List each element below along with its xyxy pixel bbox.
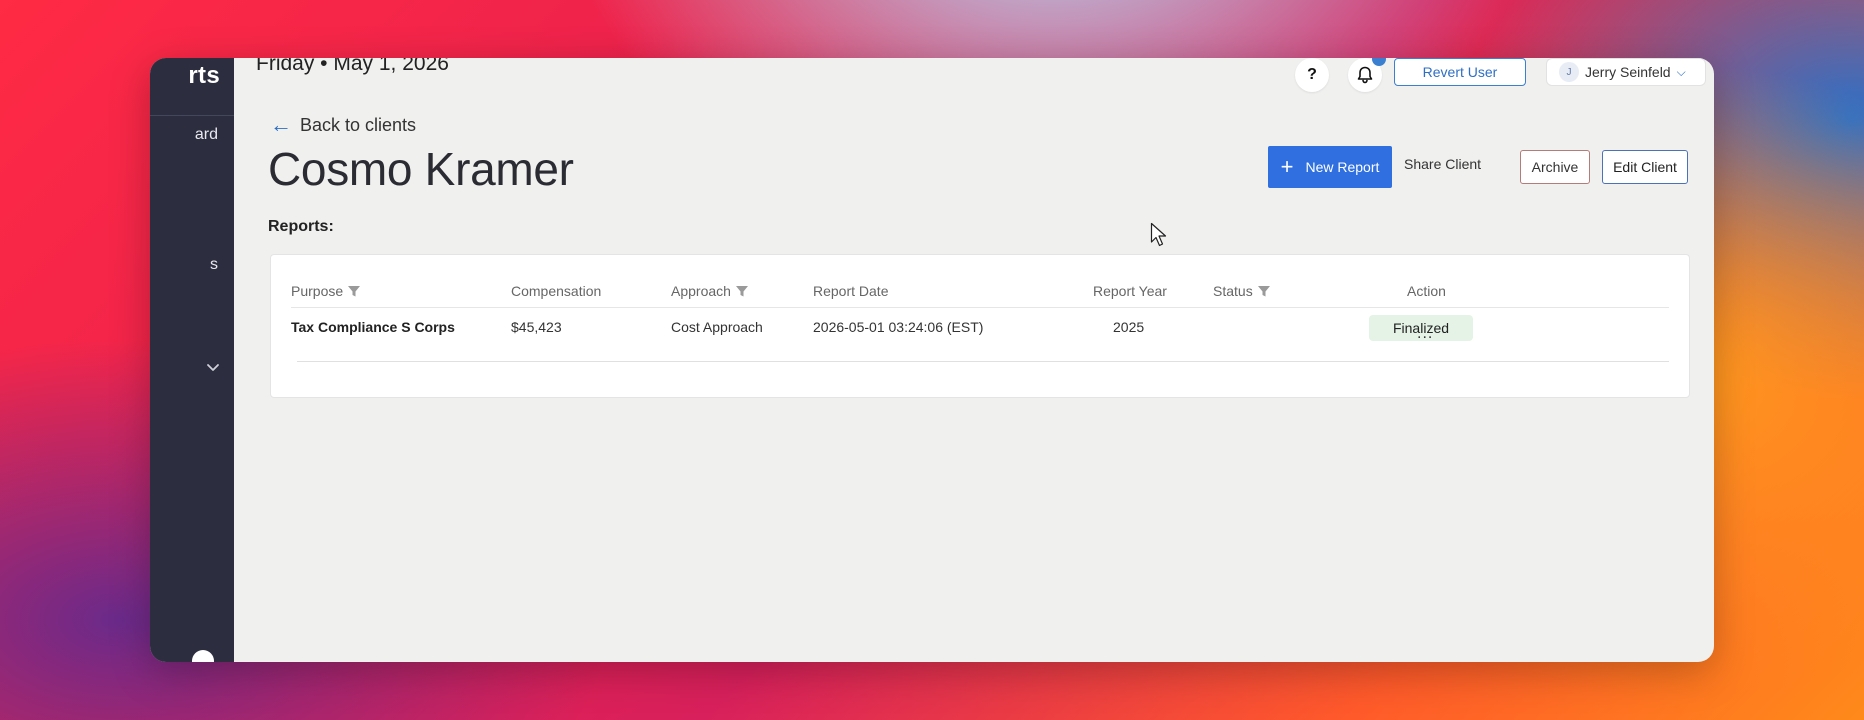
current-date: Friday • May 1, 2026: [256, 58, 449, 75]
bell-icon: [1357, 66, 1373, 84]
cell-approach: Cost Approach: [671, 319, 763, 335]
arrow-left-icon: ←: [270, 112, 292, 137]
notifications-button[interactable]: [1348, 58, 1386, 92]
reports-section-label: Reports:: [268, 218, 334, 235]
avatar: J: [1559, 62, 1579, 82]
filter-icon[interactable]: [347, 284, 361, 298]
filter-icon[interactable]: [735, 284, 749, 298]
cell-purpose[interactable]: Tax Compliance S Corps: [291, 319, 455, 335]
notification-badge: [1372, 58, 1386, 66]
column-header-approach[interactable]: Approach: [671, 283, 749, 299]
brand-logo-text: rts: [188, 62, 220, 89]
archive-button[interactable]: Archive: [1520, 150, 1590, 184]
sidebar-item-templates[interactable]: s: [210, 256, 218, 274]
user-menu-dropdown[interactable]: J Jerry Seinfeld ⌵: [1546, 58, 1706, 86]
app-window: rts ard s Friday • May 1, 2026 ? Revert …: [150, 58, 1714, 662]
column-header-report-date: Report Date: [813, 283, 889, 299]
new-report-button[interactable]: + New Report: [1268, 146, 1392, 188]
plus-icon: +: [1280, 154, 1294, 179]
back-to-clients-link[interactable]: ← Back to clients: [270, 114, 416, 136]
column-header-compensation: Compensation: [511, 283, 602, 299]
share-client-button[interactable]: Share Client: [1404, 156, 1481, 172]
page-title: Cosmo Kramer: [268, 143, 574, 195]
sidebar-item-dashboard[interactable]: ard: [195, 126, 218, 144]
mouse-cursor-icon: [1150, 222, 1167, 247]
edit-client-button[interactable]: Edit Client: [1602, 150, 1688, 184]
sidebar: rts ard s: [150, 58, 234, 662]
table-header-divider: [291, 307, 1669, 308]
filter-icon[interactable]: [1257, 284, 1271, 298]
user-name: Jerry Seinfeld: [1585, 64, 1671, 80]
table-row-divider: [297, 361, 1669, 362]
column-header-report-year: Report Year: [1093, 283, 1167, 299]
chevron-down-icon[interactable]: [204, 358, 222, 376]
cell-report-date: 2026-05-01 03:24:06 (EST): [813, 319, 984, 335]
chevron-down-icon: ⌵: [1676, 64, 1686, 79]
column-header-action: Action: [1407, 283, 1446, 299]
cell-compensation: $45,423: [511, 319, 562, 335]
sidebar-divider: [150, 115, 234, 116]
back-link-label: Back to clients: [300, 114, 417, 135]
help-icon: ?: [1307, 66, 1317, 83]
new-report-label: New Report: [1305, 159, 1380, 175]
reports-table: Purpose Compensation Approach Report Dat…: [270, 254, 1690, 398]
revert-user-button[interactable]: Revert User: [1394, 58, 1526, 86]
column-header-purpose[interactable]: Purpose: [291, 283, 361, 299]
row-actions-menu[interactable]: ...: [1417, 325, 1433, 343]
column-header-status[interactable]: Status: [1213, 283, 1271, 299]
sidebar-bottom-avatar[interactable]: [192, 650, 214, 662]
help-button[interactable]: ?: [1295, 58, 1329, 92]
cell-report-year: 2025: [1113, 319, 1145, 335]
